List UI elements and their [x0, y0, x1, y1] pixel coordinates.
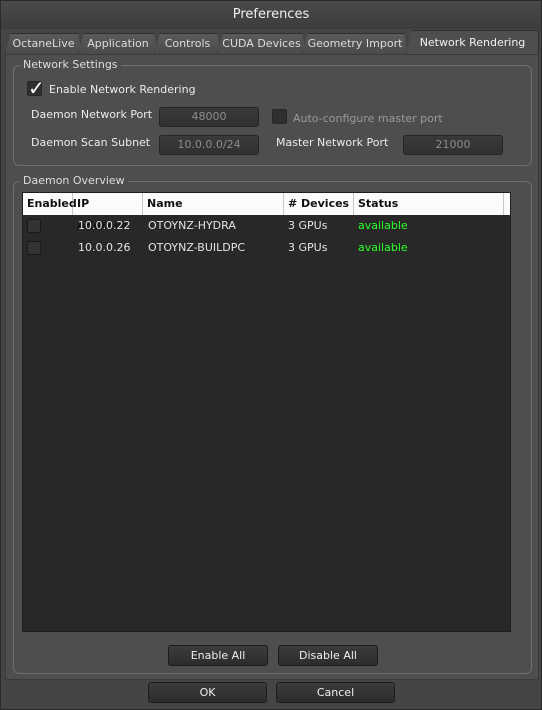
master-port-field[interactable]: 21000 [403, 135, 503, 155]
table-header: Enabled IP Address Name # Devices Status [23, 193, 510, 232]
row-devices: 3 GPUs [288, 241, 328, 254]
enable-network-rendering-checkbox[interactable]: ✓ [27, 77, 45, 99]
window-title: Preferences [1, 1, 541, 29]
column-header-enabled[interactable]: Enabled [23, 193, 77, 215]
column-header-ip-address[interactable]: IP Address [73, 193, 143, 232]
row-status: available [358, 241, 408, 254]
network-rendering-panel: Network Settings ✓ Enable Network Render… [5, 54, 539, 680]
enable-network-rendering-label: Enable Network Rendering [49, 83, 196, 96]
tab-cuda-devices[interactable]: CUDA Devices [217, 33, 306, 54]
tab-controls[interactable]: Controls [154, 33, 221, 54]
row-name: OTOYNZ-BUILDPC [148, 241, 246, 254]
master-port-label: Master Network Port [276, 136, 389, 149]
row-ip-address: 10.0.0.26 [78, 241, 131, 254]
row-enabled-checkbox[interactable] [27, 241, 41, 255]
row-name: OTOYNZ-HYDRA [148, 219, 236, 232]
row-devices: 3 GPUs [288, 219, 328, 232]
enable-all-button[interactable]: Enable All [168, 645, 268, 666]
row-status: available [358, 219, 408, 232]
network-settings-title: Network Settings [20, 58, 121, 72]
daemon-table: Enabled IP Address Name # Devices Status… [22, 192, 511, 632]
daemon-port-field[interactable]: 48000 [159, 107, 259, 127]
column-header-name[interactable]: Name [143, 193, 284, 215]
preferences-window: Preferences OctaneLive Application Contr… [0, 0, 542, 710]
tab-octanelive[interactable]: OctaneLive [5, 33, 82, 54]
table-row[interactable]: 10.0.0.26 OTOYNZ-BUILDPC 3 GPUs availabl… [23, 237, 510, 259]
daemon-port-label: Daemon Network Port [31, 108, 153, 121]
network-settings-group: Network Settings ✓ Enable Network Render… [13, 58, 532, 166]
tab-network-rendering[interactable]: Network Rendering [406, 30, 539, 54]
auto-configure-checkbox[interactable] [272, 109, 287, 124]
disable-all-button[interactable]: Disable All [278, 645, 378, 666]
table-row[interactable]: 10.0.0.22 OTOYNZ-HYDRA 3 GPUs available [23, 215, 510, 237]
column-header-status[interactable]: Status [354, 193, 504, 215]
ok-button[interactable]: OK [148, 682, 267, 703]
auto-configure-label: Auto-configure master port [293, 112, 443, 125]
daemon-overview-title: Daemon Overview [20, 174, 128, 188]
tab-bar: OctaneLive Application Controls CUDA Dev… [5, 30, 539, 54]
scan-subnet-field[interactable]: 10.0.0.0/24 [159, 135, 259, 155]
cancel-button[interactable]: Cancel [276, 682, 395, 703]
tab-application[interactable]: Application [78, 33, 158, 54]
row-ip-address: 10.0.0.22 [78, 219, 131, 232]
checkmark-icon: ✓ [28, 76, 45, 100]
row-enabled-checkbox[interactable] [27, 219, 41, 233]
column-header-devices[interactable]: # Devices [284, 193, 354, 215]
tab-geometry-import[interactable]: Geometry Import [302, 33, 408, 54]
scan-subnet-label: Daemon Scan Subnet [31, 136, 151, 149]
